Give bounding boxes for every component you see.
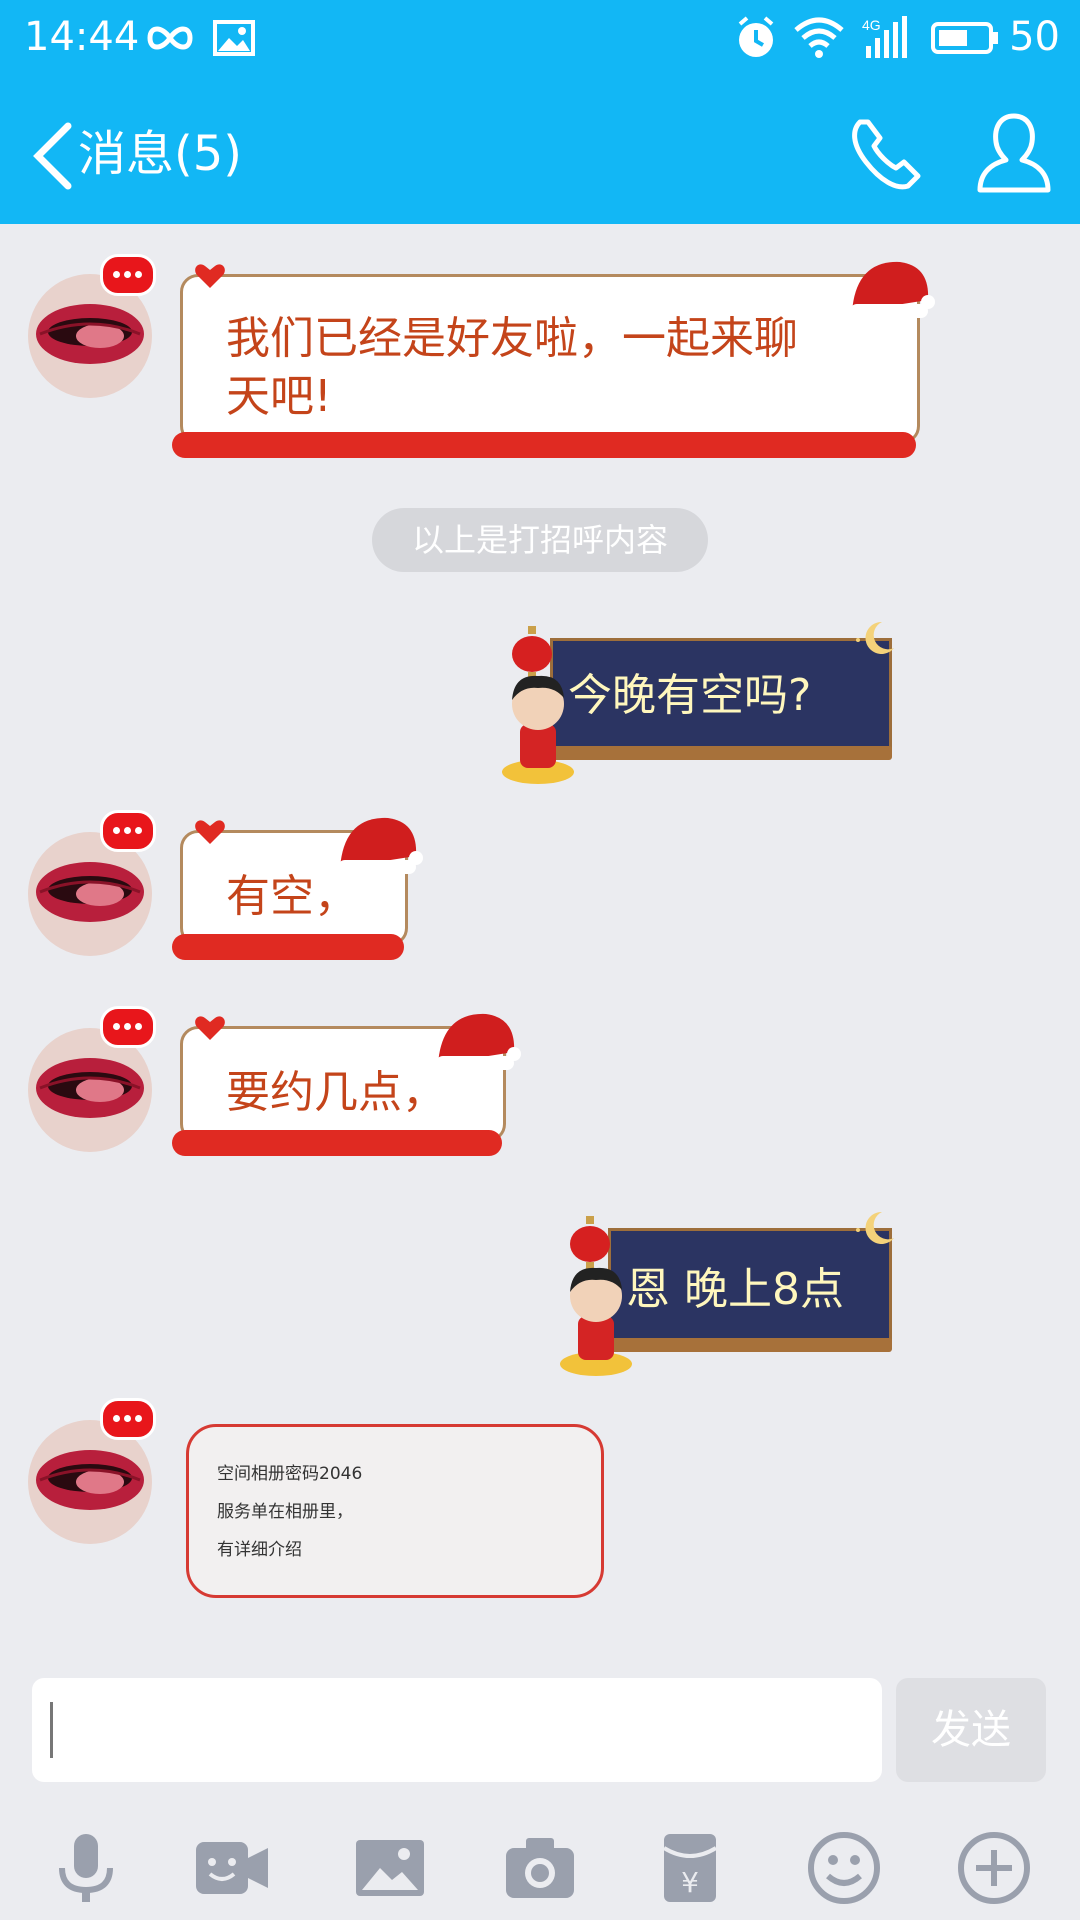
microphone-icon[interactable] [46, 1828, 126, 1908]
message-bubble[interactable]: 今晚有空吗? [502, 621, 894, 784]
message-bubble[interactable]: 要约几点， [172, 1013, 521, 1156]
app-header: 14:44 4G 50 消息(5) [0, 0, 1080, 224]
message-text: 我们已经是好友啦，一起来聊 [226, 313, 798, 364]
input-toolbar: ¥ [0, 1800, 1080, 1920]
message-text: 有详细介绍 [217, 1540, 302, 1560]
more-options-badge[interactable] [100, 1006, 156, 1048]
message-text: 今晚有空吗? [568, 670, 812, 721]
page-title[interactable]: 消息(5) [78, 116, 242, 192]
phone-call-icon[interactable] [838, 104, 938, 204]
camera-icon[interactable] [500, 1828, 580, 1908]
profile-icon[interactable] [964, 104, 1064, 204]
wifi-icon [794, 17, 844, 58]
message-bubble[interactable]: 恩 晚上8点 [560, 1211, 894, 1376]
image-icon[interactable] [350, 1828, 430, 1908]
message-text: 有空， [226, 871, 358, 922]
message-text: 空间相册密码2046 [217, 1464, 363, 1484]
nav-bar: 消息(5) [0, 86, 1080, 216]
message-text: 服务单在相册里， [217, 1502, 353, 1522]
message-text: 要约几点， [226, 1067, 446, 1118]
emoji-icon[interactable] [804, 1828, 884, 1908]
video-icon[interactable] [192, 1828, 272, 1908]
status-time: 14:44 [24, 14, 140, 60]
message-bubble[interactable]: 有空， [172, 817, 423, 960]
santa-hat-decoration-icon [850, 261, 935, 318]
back-chevron-icon[interactable] [26, 116, 86, 196]
red-packet-icon[interactable]: ¥ [650, 1828, 730, 1908]
svg-text:4G: 4G [862, 17, 881, 33]
more-options-badge[interactable] [100, 810, 156, 852]
signal-4g-icon: 4G [862, 16, 907, 58]
svg-text:¥: ¥ [681, 1866, 699, 1899]
sender-sticker-icon [560, 1267, 632, 1376]
message-bubble[interactable]: 空间相册密码2046 服务单在相册里， 有详细介绍 [186, 1424, 604, 1598]
plus-icon[interactable] [954, 1828, 1034, 1908]
moon-decoration-icon [856, 621, 894, 654]
message-text: 恩 晚上8点 [626, 1264, 844, 1315]
message-text: 天吧! [226, 371, 332, 422]
heart-decoration-icon [195, 820, 225, 844]
gallery-notification-icon [213, 20, 255, 56]
text-caret [50, 1702, 53, 1758]
infinity-icon [147, 26, 193, 50]
composer-bar: 发送 [0, 1660, 1080, 1800]
sender-sticker-icon [502, 675, 574, 784]
more-options-badge[interactable] [100, 1398, 156, 1440]
more-options-badge[interactable] [100, 254, 156, 296]
message-input[interactable] [32, 1678, 882, 1782]
battery-icon [931, 22, 998, 54]
heart-decoration-icon [195, 1016, 225, 1040]
battery-level: 50 [1009, 14, 1060, 60]
status-bar: 14:44 4G 50 [0, 0, 1080, 76]
send-button[interactable]: 发送 [896, 1678, 1046, 1782]
heart-decoration-icon [195, 264, 225, 288]
message-bubble[interactable]: 我们已经是好友啦，一起来聊 天吧! [172, 261, 935, 458]
greeting-notice: 以上是打招呼内容 [372, 508, 708, 572]
moon-decoration-icon [856, 1211, 894, 1244]
alarm-icon [738, 16, 774, 57]
